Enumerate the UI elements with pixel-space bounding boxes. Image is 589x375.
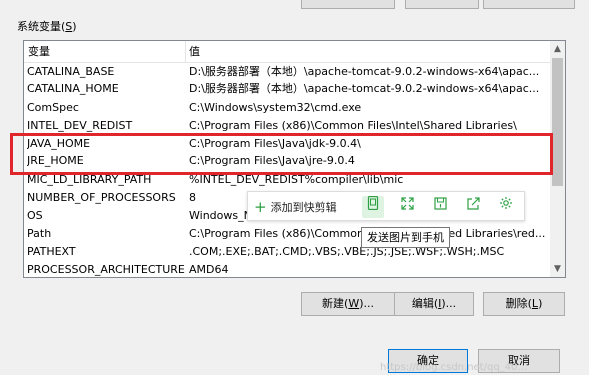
send-to-phone-tooltip: 发送图片到手机 (361, 227, 450, 248)
scroll-down-icon[interactable]: ▼ (550, 261, 565, 277)
variable-value: C:\Windows\system32\cmd.exe (189, 101, 362, 114)
delete-button[interactable]: 删除(L) (483, 292, 565, 316)
delete-button-suffix: ) (538, 297, 543, 310)
scroll-up-icon[interactable]: ▲ (550, 41, 565, 57)
screenshot-toolbar: + 添加到快剪辑 (247, 191, 525, 221)
add-to-clip-label: 添加到快剪辑 (270, 201, 337, 214)
expand-icon[interactable] (396, 196, 418, 218)
column-header-variable[interactable]: 变量 (24, 41, 50, 63)
list-header: 变量 值 (24, 41, 552, 63)
table-row[interactable]: CATALINA_BASE D:\服务器部署（本地）\apache-tomcat-… (24, 64, 552, 80)
new-button-label: 新建( (322, 297, 349, 310)
settings-icon[interactable] (495, 196, 517, 218)
top-button-edge[interactable] (483, 0, 575, 9)
top-button-edge[interactable] (405, 0, 479, 9)
table-row[interactable]: PATHEXT .COM;.EXE;.BAT;.CMD;.VBS;.VBE;.JS… (24, 244, 552, 260)
variable-name: NUMBER_OF_PROCESSORS (27, 191, 176, 204)
system-variables-label: 系统变量(S) (17, 20, 77, 33)
variable-name: OS (27, 209, 43, 222)
variable-value: D:\服务器部署（本地）\apache-tomcat-9.0.2-windows… (189, 65, 540, 78)
watermark: https://blog.csdn.net/qq_40... (380, 362, 527, 373)
variable-name: ComSpec (27, 101, 79, 114)
table-row[interactable]: ComSpec C:\Windows\system32\cmd.exe (24, 100, 552, 116)
table-row[interactable]: CATALINA_HOME D:\服务器部署（本地）\apache-tomcat-… (24, 81, 552, 97)
variable-name: INTEL_DEV_REDIST (27, 119, 133, 132)
variable-name: Path (27, 227, 52, 240)
new-button[interactable]: 新建(W)... (301, 292, 395, 316)
variable-name: PROCESSOR_ARCHITECTURE (27, 263, 185, 276)
edit-button-suffix: )... (441, 297, 457, 310)
new-button-accel: W (348, 297, 360, 310)
variable-value: C:\Program Files (x86)\Common Files\Inte… (189, 119, 517, 132)
edit-button-label: 编辑( (411, 297, 439, 310)
table-row[interactable]: PROCESSOR_ARCHITECTURE AMD64 (24, 262, 552, 277)
variable-value: D:\服务器部署（本地）\apache-tomcat-9.0.2-windows… (189, 82, 540, 95)
variable-name: PATHEXT (27, 245, 76, 258)
table-row[interactable]: INTEL_DEV_REDIST C:\Program Files (x86)\C… (24, 118, 552, 134)
add-to-clip-button[interactable]: + 添加到快剪辑 (254, 192, 337, 222)
column-header-value[interactable]: 值 (185, 41, 200, 63)
delete-button-label: 删除( (505, 297, 532, 310)
table-row[interactable]: PathC:\Program Files (x86)\Common Files\… (24, 226, 552, 242)
top-button-edge[interactable] (301, 0, 395, 9)
variable-name: CATALINA_HOME (27, 82, 119, 95)
plus-icon: + (254, 198, 267, 216)
save-icon[interactable] (429, 196, 451, 218)
scrollbar-thumb[interactable] (552, 58, 563, 186)
highlight-annotation-box (10, 133, 553, 175)
share-icon[interactable] (462, 196, 484, 218)
variable-value: AMD64 (189, 263, 229, 276)
variable-name: CATALINA_BASE (27, 65, 115, 78)
phone-icon[interactable] (362, 195, 384, 218)
edit-button[interactable]: 编辑(I)... (394, 292, 474, 316)
new-button-suffix: )... (359, 297, 374, 310)
